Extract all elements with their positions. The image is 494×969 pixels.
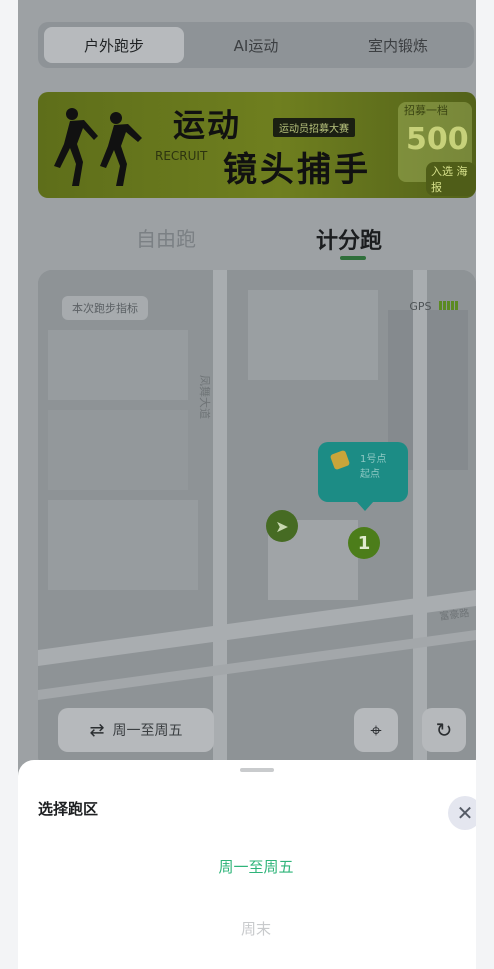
marker-title: 1号点 [360,454,387,465]
option-weekend[interactable]: 周末 [18,918,494,939]
schedule-label: 周一至周五 [112,723,183,739]
tab-ai-sport[interactable]: AI运动 [186,27,326,63]
banner-prize-sub: 入选 海报 [426,162,476,196]
locate-button[interactable]: ⌖ [354,708,398,752]
checkpoint-marker[interactable]: 1 [348,527,380,559]
locate-icon: ⌖ [370,718,382,742]
swap-icon: ⇄ [89,719,105,741]
screen-margin [476,0,494,969]
banner-english: RECRUIT [155,149,208,163]
banner-prize-number: 500 [406,122,469,157]
promo-banner[interactable]: 运动 运动员招募大赛 RECRUIT 镜头捕手 招募一档 500 入选 海报 [38,92,476,198]
map-road-label-1: 凤舞大道 [198,375,212,419]
tab-indoor-exercise[interactable]: 室内锻炼 [328,27,468,63]
sport-type-tabs: 户外跑步 AI运动 室内锻炼 [38,22,474,68]
refresh-icon: ↻ [435,718,453,742]
marker-subtitle: 起点 [360,469,380,480]
banner-title-line1: 运动 [173,106,242,144]
tab-score-run[interactable]: 计分跑 [316,223,382,255]
tab-free-run[interactable]: 自由跑 [136,223,196,252]
map-area-label: 本次跑步指标 [62,296,148,320]
gps-label: GPS [409,300,432,313]
active-tab-indicator [340,256,366,260]
close-icon: ✕ [456,801,474,825]
option-weekdays[interactable]: 周一至周五 [18,856,494,877]
run-area-map[interactable]: 凤舞大道 富豪路 本次跑步指标 GPS 1号点 起点 ➤ 1 ⇄ 周一至周五 ⌖… [38,270,476,770]
gps-indicator: GPS [409,300,458,313]
runner-silhouette-icon [54,108,142,186]
banner-title-line2: 镜头捕手 [223,150,371,190]
gps-signal-icon [438,300,458,313]
schedule-switch-button[interactable]: ⇄ 周一至周五 [58,708,214,752]
refresh-button[interactable]: ↻ [422,708,466,752]
sheet-drag-handle[interactable] [240,768,274,772]
tab-outdoor-run[interactable]: 户外跑步 [44,27,184,63]
banner-prize-label: 招募一档 [404,104,448,117]
user-location-icon: ➤ [266,510,298,542]
banner-badge: 运动员招募大赛 [273,118,355,137]
start-point-marker[interactable]: 1号点 起点 [318,442,408,511]
map-background: 凤舞大道 富豪路 [38,270,476,770]
app-screen: 户外跑步 AI运动 室内锻炼 运动 运动员招募大赛 RECRUIT 镜头捕手 招… [18,0,494,969]
location-flag-icon [329,449,351,471]
sheet-title: 选择跑区 [38,800,99,818]
select-area-sheet: 选择跑区 ✕ 周一至周五 周末 [18,760,494,969]
